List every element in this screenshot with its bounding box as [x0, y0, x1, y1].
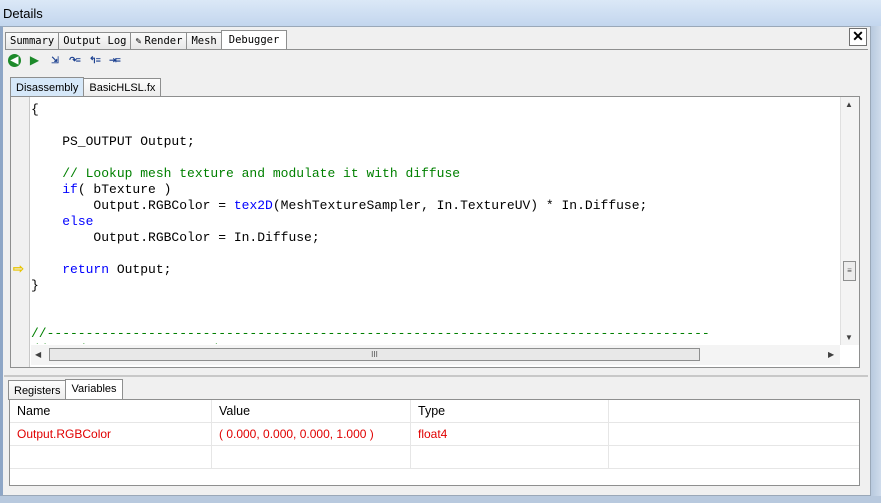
code-line[interactable]: } — [31, 278, 39, 294]
back-button[interactable]: ◀ — [6, 52, 23, 68]
horizontal-scrollbar[interactable]: ◀ III ▶ — [31, 345, 840, 365]
tab-label: Summary — [10, 35, 55, 47]
tab-registers[interactable]: Registers — [8, 380, 67, 400]
scroll-left-icon[interactable]: ◀ — [35, 350, 41, 359]
code-text-area[interactable]: { PS_OUTPUT Output; // Lookup mesh textu… — [31, 97, 839, 344]
current-line-arrow-icon: ⇨ — [13, 261, 24, 276]
code-keyword: else — [62, 214, 94, 229]
tab-label: Mesh — [191, 35, 217, 47]
step-over-button[interactable]: ↷≡ — [66, 52, 83, 68]
tab-divider — [5, 49, 868, 50]
column-header-name[interactable]: Name — [10, 400, 212, 422]
back-icon: ◀ — [8, 53, 21, 67]
pencil-icon: ✎ — [135, 36, 142, 47]
step-over-icon: ↷≡ — [69, 54, 81, 65]
tab-label: Disassembly — [16, 82, 79, 94]
scroll-up-icon[interactable]: ▲ — [845, 100, 853, 109]
details-tab-strip: Summary Output Log ✎ Render Mesh Debugge… — [5, 30, 288, 50]
close-icon: ✕ — [852, 28, 864, 44]
empty-row — [10, 446, 859, 469]
tab-summary[interactable]: Summary — [5, 32, 60, 50]
code-text: (MeshTextureSampler, In.TextureUV) * In.… — [272, 198, 648, 213]
table-row[interactable]: Output.RGBColor ( 0.000, 0.000, 0.000, 1… — [10, 423, 859, 446]
window-title: Details — [3, 6, 43, 21]
variables-grid: Name Value Type Output.RGBColor ( 0.000,… — [9, 399, 860, 486]
variable-name-cell: Output.RGBColor — [10, 423, 212, 445]
tab-variables[interactable]: Variables — [65, 379, 123, 400]
code-text: PS_OUTPUT Output; — [31, 134, 195, 149]
code-line[interactable]: //--------------------------------------… — [31, 326, 710, 342]
code-line[interactable]: else — [31, 214, 93, 230]
code-line[interactable]: if( bTexture ) — [31, 182, 171, 198]
code-line[interactable]: Output.RGBColor = In.Diffuse; — [31, 230, 320, 246]
code-line[interactable]: // Lookup mesh texture and modulate it w… — [31, 166, 460, 182]
run-to-cursor-button[interactable]: ⇥≡ — [106, 52, 123, 68]
window-frame-bottom — [0, 496, 881, 503]
code-text: ( bTexture ) — [77, 182, 172, 197]
close-button[interactable]: ✕ — [849, 28, 867, 46]
grid-header-row: Name Value Type — [10, 400, 859, 423]
tab-label: Output Log — [63, 35, 127, 47]
tab-render[interactable]: ✎ Render — [130, 32, 188, 50]
empty-cell — [10, 446, 212, 468]
tab-basichlsl-fx[interactable]: BasicHLSL.fx — [83, 78, 162, 97]
tab-label: Render — [144, 35, 183, 47]
debugger-toolbar: ◀ ▶ ⇲ ↷≡ ↰≡ ⇥≡ — [6, 52, 123, 68]
run-button[interactable]: ▶ — [26, 52, 43, 68]
tab-label: Registers — [14, 385, 61, 397]
source-tab-strip: Disassembly BasicHLSL.fx — [10, 77, 162, 97]
code-comment: // Renders scene to render target — [31, 342, 288, 344]
column-header-type[interactable]: Type — [411, 400, 609, 422]
code-comment: // Lookup mesh texture and modulate it w… — [31, 166, 461, 181]
code-text: } — [31, 278, 39, 293]
code-editor[interactable]: ⇨ { PS_OUTPUT Output; // Lookup mesh tex… — [10, 96, 860, 368]
code-text: Output.RGBColor = — [31, 198, 234, 213]
scroll-right-icon[interactable]: ▶ — [828, 350, 834, 359]
tab-mesh[interactable]: Mesh — [186, 32, 222, 50]
step-into-icon: ⇲ — [51, 54, 58, 65]
code-text: Output; — [109, 262, 172, 277]
column-header-value[interactable]: Value — [212, 400, 411, 422]
code-text: { — [31, 102, 39, 117]
window-frame-right — [871, 26, 881, 503]
step-out-button[interactable]: ↰≡ — [86, 52, 103, 68]
details-title-bar: Details — [0, 0, 881, 27]
run-to-cursor-icon: ⇥≡ — [109, 54, 121, 65]
empty-cell — [212, 446, 411, 468]
tab-output-log[interactable]: Output Log — [58, 32, 132, 50]
variable-type-cell: float4 — [411, 423, 609, 445]
code-line[interactable]: PS_OUTPUT Output; — [31, 134, 195, 150]
vertical-scrollbar[interactable]: ▲ ≡ ▼ — [840, 97, 859, 345]
editor-gutter[interactable]: ⇨ — [11, 97, 30, 367]
tab-label: Variables — [71, 383, 117, 395]
step-out-icon: ↰≡ — [89, 54, 101, 65]
run-icon: ▶ — [29, 53, 40, 67]
step-into-button[interactable]: ⇲ — [46, 52, 63, 68]
column-header-extra — [609, 400, 859, 422]
variable-extra-cell — [609, 423, 859, 445]
tab-disassembly[interactable]: Disassembly — [10, 77, 85, 97]
tab-debugger[interactable]: Debugger — [220, 30, 288, 50]
code-text: Output.RGBColor = In.Diffuse; — [31, 230, 320, 245]
tab-label: Debugger — [228, 34, 280, 46]
code-keyword: if — [62, 182, 78, 197]
empty-cell — [411, 446, 609, 468]
code-line[interactable]: // Renders scene to render target — [31, 342, 288, 344]
bottom-tab-strip: Registers Variables — [8, 379, 123, 400]
horizontal-scroll-thumb[interactable]: III — [49, 348, 700, 361]
code-comment: //--------------------------------------… — [31, 326, 710, 341]
code-line[interactable]: Output.RGBColor = tex2D(MeshTextureSampl… — [31, 198, 647, 214]
code-keyword: tex2D — [233, 198, 273, 213]
pane-splitter[interactable] — [4, 375, 868, 377]
vertical-scroll-thumb[interactable]: ≡ — [843, 261, 856, 281]
tab-label: BasicHLSL.fx — [89, 82, 156, 94]
code-line[interactable]: { — [31, 102, 39, 118]
code-keyword: return — [62, 262, 110, 277]
code-line[interactable]: return Output; — [31, 262, 171, 278]
scroll-down-icon[interactable]: ▼ — [845, 333, 853, 342]
variable-value-cell[interactable]: ( 0.000, 0.000, 0.000, 1.000 ) — [212, 423, 411, 445]
